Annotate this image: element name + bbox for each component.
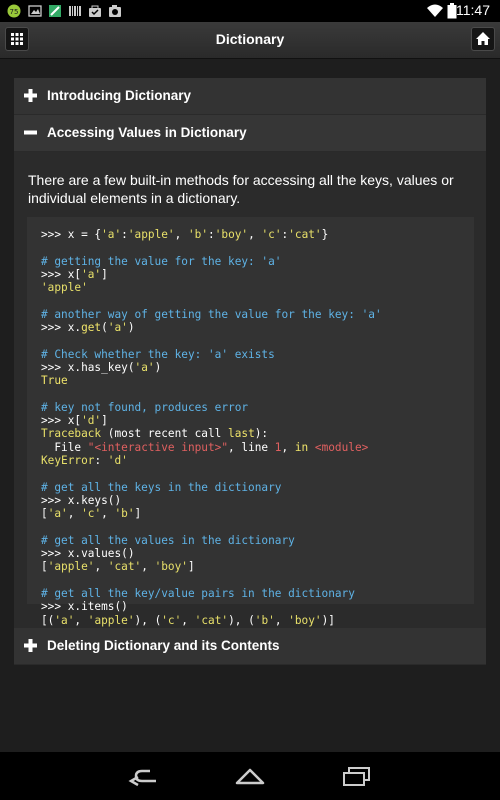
back-icon[interactable]	[128, 765, 160, 787]
section-body-accessing: There are a few built-in methods for acc…	[14, 152, 486, 628]
code-line: ['apple', 'cat', 'boy']	[41, 560, 195, 574]
wifi-icon	[427, 4, 443, 17]
section-title: Introducing Dictionary	[47, 88, 192, 103]
code-line: # Check whether the key: 'a' exists	[41, 347, 275, 361]
content-area: Introducing Dictionary Accessing Values …	[0, 59, 500, 752]
code-line: >>> x.values()	[41, 547, 135, 561]
code-line: ​	[41, 241, 474, 254]
app-icon	[49, 5, 61, 17]
section-title: Accessing Values in Dictionary	[47, 125, 247, 140]
section-header-accessing[interactable]: Accessing Values in Dictionary	[14, 115, 486, 152]
code-line: ​	[41, 574, 474, 587]
code-line: # another way of getting the value for t…	[41, 307, 382, 321]
code-line: # key not found, produces error	[41, 400, 249, 414]
accordion: Introducing Dictionary Accessing Values …	[14, 78, 486, 665]
camera-icon	[109, 5, 121, 17]
section-header-deleting[interactable]: Deleting Dictionary and its Contents	[14, 628, 486, 665]
code-line: ​	[41, 388, 474, 401]
recent-apps-icon[interactable]	[341, 765, 373, 787]
home-nav-icon[interactable]	[234, 765, 266, 787]
code-line: >>> x.items()	[41, 600, 128, 614]
code-line: ​	[41, 334, 474, 347]
plus-icon	[24, 639, 37, 652]
bag-icon	[89, 5, 101, 17]
image-icon	[28, 5, 42, 17]
notification-icon: 75	[7, 4, 21, 18]
code-line: True	[41, 374, 68, 388]
code-line: File "<interactive input>", line 1, in <…	[41, 440, 369, 454]
code-line: >>> x.keys()	[41, 493, 122, 507]
code-line: KeyError: 'd'	[41, 454, 128, 468]
code-line: # get all the key/value pairs in the dic…	[41, 587, 355, 601]
code-line: ​	[41, 294, 474, 307]
barcode-icon	[69, 6, 81, 16]
code-line: # get all the values in the dictionary	[41, 533, 295, 547]
code-line: >>> x.get('a')	[41, 321, 135, 335]
code-line: [('a', 'apple'), ('c', 'cat'), ('b', 'bo…	[41, 613, 335, 627]
code-line: >>> x['a']	[41, 267, 108, 281]
minus-icon	[24, 130, 37, 135]
code-line: # get all the keys in the dictionary	[41, 480, 282, 494]
home-icon	[476, 32, 490, 45]
code-block: >>> x = {'a':'apple', 'b':'boy', 'c':'ca…	[27, 217, 474, 627]
action-bar: Dictionary	[0, 22, 500, 59]
plus-icon	[24, 89, 37, 102]
page-title: Dictionary	[215, 31, 285, 47]
code-line: ['a', 'c', 'b']	[41, 507, 142, 521]
code-line: ​	[41, 521, 474, 534]
code-line: >>> x.has_key('a')	[41, 360, 162, 374]
section-title: Deleting Dictionary and its Contents	[47, 638, 280, 653]
clock: 11:47	[456, 2, 490, 18]
section-header-introducing[interactable]: Introducing Dictionary	[14, 78, 486, 115]
section-description: There are a few built-in methods for acc…	[28, 172, 454, 206]
home-button[interactable]	[471, 27, 495, 51]
code-line: >>> x['d']	[41, 414, 108, 428]
svg-text:75: 75	[10, 8, 19, 16]
code-line: # getting the value for the key: 'a'	[41, 254, 282, 268]
code-line: ​	[41, 467, 474, 480]
code-line: >>> x = {'a':'apple', 'b':'boy', 'c':'ca…	[41, 228, 329, 241]
status-bar: 75 11:47	[0, 0, 500, 22]
code-line: Traceback (most recent call last):	[41, 427, 269, 441]
navigation-bar	[0, 752, 500, 800]
code-line: 'apple'	[41, 281, 88, 295]
